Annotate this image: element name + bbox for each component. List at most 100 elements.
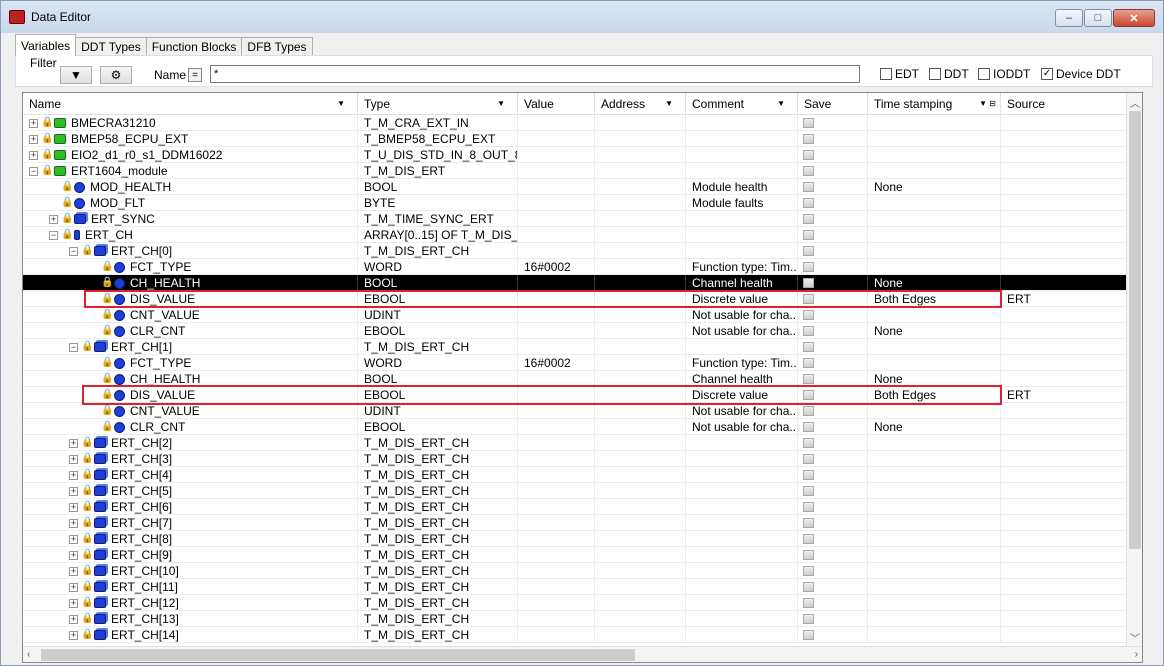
expand-icon[interactable]: + <box>29 118 38 128</box>
save-checkbox[interactable] <box>803 198 814 208</box>
table-row[interactable]: 🔒 CH_HEALTH BOOL Channel health None <box>23 371 1127 387</box>
tab-variables[interactable]: Variables <box>15 34 77 56</box>
collapse-icon[interactable]: − <box>49 230 58 240</box>
table-row[interactable]: + 🔒 ERT_CH[9] T_M_DIS_ERT_CH <box>23 547 1127 563</box>
save-checkbox[interactable] <box>803 614 814 624</box>
scroll-right-icon[interactable]: › <box>1135 649 1138 660</box>
ddt-checkbox[interactable]: DDT <box>929 67 969 81</box>
table-row[interactable]: + 🔒 ERT_CH[6] T_M_DIS_ERT_CH <box>23 499 1127 515</box>
save-checkbox[interactable] <box>803 630 814 640</box>
collapse-column-icon[interactable]: ▼ ⊟ <box>979 93 996 115</box>
table-row[interactable]: + 🔒 ERT_CH[7] T_M_DIS_ERT_CH <box>23 515 1127 531</box>
save-checkbox[interactable] <box>803 230 814 240</box>
expand-icon[interactable]: + <box>29 150 38 160</box>
col-value[interactable]: Value <box>518 93 595 115</box>
expand-icon[interactable]: + <box>69 454 78 464</box>
col-address[interactable]: Address ▼ <box>595 93 686 115</box>
save-checkbox[interactable] <box>803 310 814 320</box>
edt-checkbox[interactable]: EDT <box>880 67 919 81</box>
col-name[interactable]: Name ▼ <box>23 93 358 115</box>
scroll-up-icon[interactable]: ︿ <box>1130 95 1140 110</box>
collapse-icon[interactable]: − <box>69 246 78 256</box>
table-row[interactable]: − 🔒 ERT_CH[0] T_M_DIS_ERT_CH <box>23 243 1127 259</box>
save-checkbox[interactable] <box>803 374 814 384</box>
table-row[interactable]: 🔒 CH_HEALTH BOOL Channel health None <box>23 275 1127 291</box>
save-checkbox[interactable] <box>803 438 814 448</box>
save-checkbox[interactable] <box>803 390 814 400</box>
table-row[interactable]: + 🔒 EIO2_d1_r0_s1_DDM16022 T_U_DIS_STD_IN_8… <box>23 147 1127 163</box>
table-row[interactable]: + 🔒 ERT_CH[14] T_M_DIS_ERT_CH <box>23 627 1127 643</box>
table-row[interactable]: + 🔒 ERT_CH[13] T_M_DIS_ERT_CH <box>23 611 1127 627</box>
expand-icon[interactable]: + <box>69 630 78 640</box>
scroll-left-icon[interactable]: ‹ <box>27 649 30 660</box>
filter-button[interactable]: ▼ <box>60 66 92 84</box>
table-row[interactable]: + 🔒 ERT_CH[5] T_M_DIS_ERT_CH <box>23 483 1127 499</box>
save-checkbox[interactable] <box>803 118 814 128</box>
save-checkbox[interactable] <box>803 566 814 576</box>
expand-icon[interactable]: + <box>69 470 78 480</box>
expand-icon[interactable]: + <box>69 438 78 448</box>
vertical-scrollbar[interactable]: ︿ ﹀ <box>1126 93 1142 647</box>
tab-ddt-types[interactable]: DDT Types <box>75 37 147 56</box>
table-row[interactable]: 🔒 CLR_CNT EBOOL Not usable for cha... None <box>23 419 1127 435</box>
save-checkbox[interactable] <box>803 294 814 304</box>
save-checkbox[interactable] <box>803 278 814 288</box>
table-row[interactable]: 🔒 CNT_VALUE UDINT Not usable for cha... <box>23 307 1127 323</box>
table-row[interactable]: 🔒 CNT_VALUE UDINT Not usable for cha... <box>23 403 1127 419</box>
expand-icon[interactable]: + <box>69 614 78 624</box>
table-row[interactable]: 🔒 CLR_CNT EBOOL Not usable for cha... None <box>23 323 1127 339</box>
name-filter-input[interactable] <box>210 65 860 83</box>
maximize-button[interactable]: □ <box>1084 9 1112 27</box>
col-source[interactable]: Source <box>1001 93 1127 115</box>
expand-icon[interactable]: + <box>69 598 78 608</box>
save-checkbox[interactable] <box>803 422 814 432</box>
device-ddt-checkbox[interactable]: ✓ Device DDT <box>1041 67 1121 81</box>
table-row[interactable]: + 🔒 ERT_SYNC T_M_TIME_SYNC_ERT <box>23 211 1127 227</box>
ioddt-checkbox[interactable]: IODDT <box>978 67 1030 81</box>
table-row[interactable]: + 🔒 BMECRA31210 T_M_CRA_EXT_IN <box>23 115 1127 131</box>
table-row[interactable]: − 🔒 ERT_CH ARRAY[0..15] OF T_M_DIS_... <box>23 227 1127 243</box>
collapse-icon[interactable]: − <box>29 166 38 176</box>
table-row[interactable]: − 🔒 ERT1604_module T_M_DIS_ERT <box>23 163 1127 179</box>
col-type[interactable]: Type ▼ <box>358 93 518 115</box>
save-checkbox[interactable] <box>803 358 814 368</box>
table-row[interactable]: 🔒 MOD_FLT BYTE Module faults <box>23 195 1127 211</box>
save-checkbox[interactable] <box>803 502 814 512</box>
minimize-button[interactable]: – <box>1055 9 1083 27</box>
close-button[interactable]: ✕ <box>1113 9 1155 27</box>
table-row[interactable]: − 🔒 ERT_CH[1] T_M_DIS_ERT_CH <box>23 339 1127 355</box>
col-time-stamping[interactable]: Time stamping ▼ ⊟ <box>868 93 1001 115</box>
collapse-icon[interactable]: − <box>69 342 78 352</box>
table-row[interactable]: 🔒 MOD_HEALTH BOOL Module health None <box>23 179 1127 195</box>
equals-button[interactable]: = <box>188 68 202 82</box>
table-row[interactable]: + 🔒 ERT_CH[10] T_M_DIS_ERT_CH <box>23 563 1127 579</box>
scroll-down-icon[interactable]: ﹀ <box>1130 630 1140 645</box>
table-row[interactable]: + 🔒 ERT_CH[11] T_M_DIS_ERT_CH <box>23 579 1127 595</box>
expand-icon[interactable]: + <box>49 214 58 224</box>
save-checkbox[interactable] <box>803 582 814 592</box>
tab-function-blocks[interactable]: Function Blocks <box>145 37 243 56</box>
table-row[interactable]: + 🔒 ERT_CH[3] T_M_DIS_ERT_CH <box>23 451 1127 467</box>
table-row[interactable]: + 🔒 BMEP58_ECPU_EXT T_BMEP58_ECPU_EXT <box>23 131 1127 147</box>
table-row[interactable]: + 🔒 ERT_CH[12] T_M_DIS_ERT_CH <box>23 595 1127 611</box>
expand-icon[interactable]: + <box>69 582 78 592</box>
expand-icon[interactable]: + <box>69 486 78 496</box>
table-row[interactable]: 🔒 FCT_TYPE WORD 16#0002 Function type: Tim..… <box>23 259 1127 275</box>
expand-icon[interactable]: + <box>69 566 78 576</box>
save-checkbox[interactable] <box>803 134 814 144</box>
horizontal-scroll-thumb[interactable] <box>41 649 635 661</box>
horizontal-scrollbar[interactable]: ‹ › <box>23 646 1142 662</box>
col-save[interactable]: Save <box>798 93 868 115</box>
expand-icon[interactable]: + <box>69 518 78 528</box>
vertical-scroll-thumb[interactable] <box>1129 111 1141 549</box>
expand-icon[interactable]: + <box>69 550 78 560</box>
filter-options-button[interactable]: ⚙ <box>100 66 132 84</box>
col-comment[interactable]: Comment ▼ <box>686 93 798 115</box>
save-checkbox[interactable] <box>803 166 814 176</box>
save-checkbox[interactable] <box>803 454 814 464</box>
tab-dfb-types[interactable]: DFB Types <box>241 37 313 56</box>
save-checkbox[interactable] <box>803 486 814 496</box>
save-checkbox[interactable] <box>803 262 814 272</box>
save-checkbox[interactable] <box>803 150 814 160</box>
save-checkbox[interactable] <box>803 518 814 528</box>
